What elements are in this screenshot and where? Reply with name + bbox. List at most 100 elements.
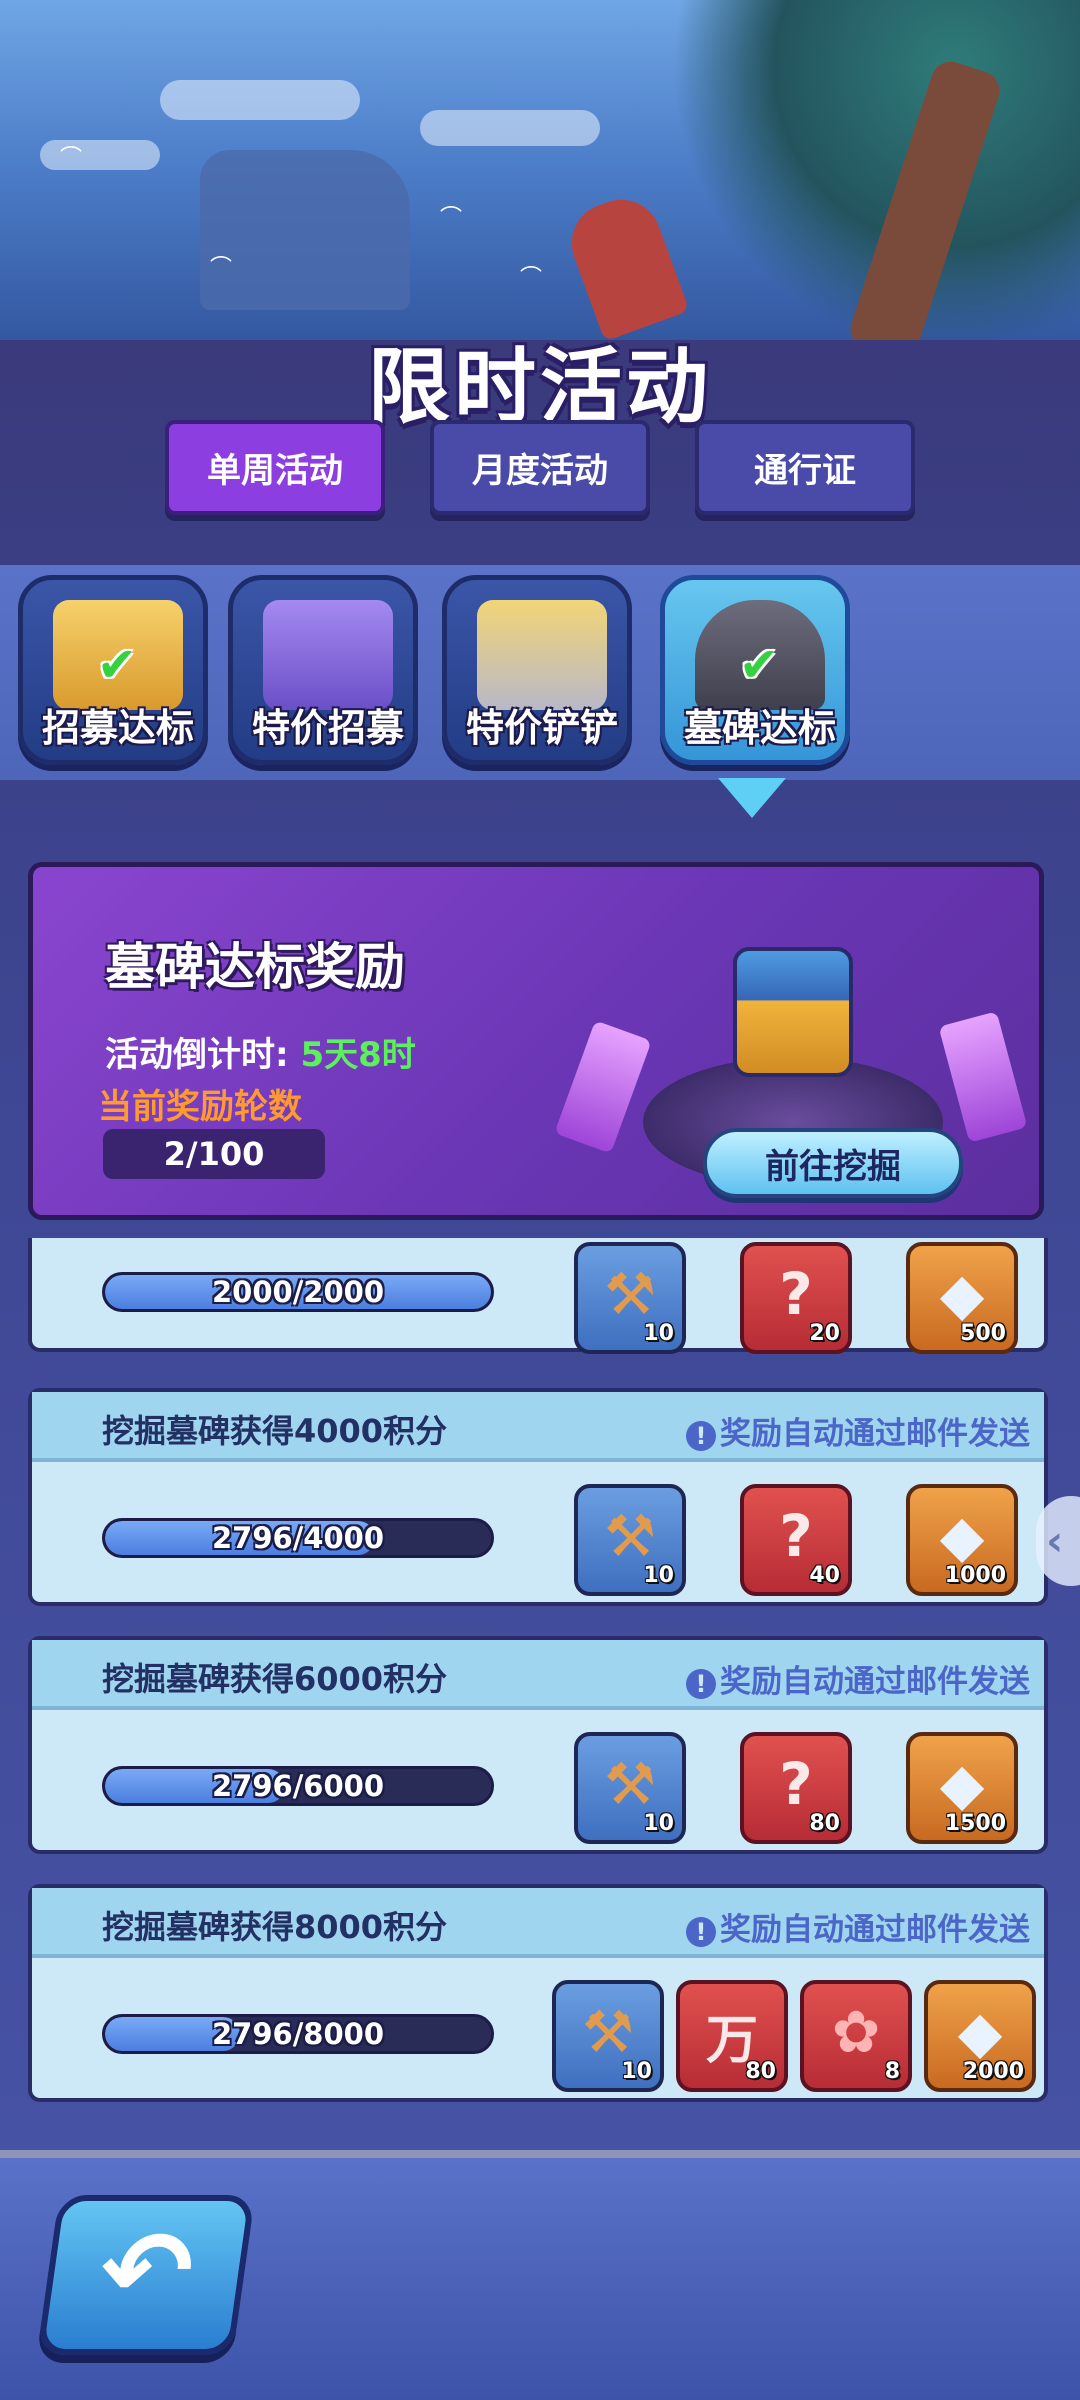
diamond-icon: ◆ xyxy=(939,1502,985,1570)
mystery-card-item[interactable]: ? 20 xyxy=(740,1242,852,1354)
progress-bar: 2796/6000 xyxy=(102,1766,494,1806)
mystery-card-item[interactable]: ? 40 xyxy=(740,1484,852,1596)
reward-list[interactable]: 2000/2000 ⚒ 10 ? 20 ◆ 500 挖掘墓碑获得4000积分 ! 奖励自… xyxy=(28,1238,1048,2108)
event-label: 特价招募 xyxy=(251,706,404,750)
back-arrow-icon: ↶ xyxy=(91,2207,202,2335)
reward-title: 墓碑达标奖励 xyxy=(105,938,405,996)
round-label: 当前奖励轮数 xyxy=(98,1087,302,1127)
event-tombstone-goal[interactable]: ✔ 墓碑达标 xyxy=(660,575,850,765)
period-tabs: 单周活动 月度活动 通行证 xyxy=(165,420,925,525)
progress-bar: 2000/2000 xyxy=(102,1272,494,1312)
bird-icon: ⌒ xyxy=(440,206,463,231)
mail-note-text: 奖励自动通过邮件发送 xyxy=(720,1416,1030,1452)
item-qty: 8 xyxy=(884,2059,900,2084)
progress-bar: 2796/8000 xyxy=(102,2014,494,2054)
diamond-item[interactable]: ◆ 1000 xyxy=(906,1484,1018,1596)
mail-note-text: 奖励自动通过邮件发送 xyxy=(720,1912,1030,1948)
item-qty: 10 xyxy=(643,1811,674,1836)
item-qty: 10 xyxy=(643,1321,674,1346)
spatula-icon: ⚒ xyxy=(604,1750,656,1818)
sky-background: ⌒ ⌒ ⌒ ⌒ xyxy=(0,0,1080,360)
chest-icon xyxy=(733,947,853,1077)
round-value: 2/100 xyxy=(103,1129,325,1179)
event-label: 招募达标 xyxy=(41,706,194,750)
cloud xyxy=(40,140,160,170)
countdown-value: 5天8时 xyxy=(300,1035,416,1075)
event-discount-recruit[interactable]: 特价招募 xyxy=(228,575,418,765)
selected-pointer-icon xyxy=(718,778,786,818)
bird-icon: ⌒ xyxy=(520,266,543,291)
progress-text: 2796/4000 xyxy=(211,1521,385,1555)
spatula-item[interactable]: ⚒ 10 xyxy=(552,1980,664,2092)
bird-icon: ⌒ xyxy=(210,256,233,281)
bird-icon: ⌒ xyxy=(60,146,83,171)
countdown: 活动倒计时: 5天8时 xyxy=(105,1027,416,1076)
crystal xyxy=(938,1011,1028,1143)
flower-item[interactable]: ✿ 8 xyxy=(800,1980,912,2092)
spatula-item[interactable]: ⚒ 10 xyxy=(574,1484,686,1596)
diamond-icon: ◆ xyxy=(957,1998,1003,2066)
spatulas-icon xyxy=(477,600,607,710)
item-qty: 1000 xyxy=(944,1563,1006,1588)
info-icon: ! xyxy=(686,1421,716,1451)
item-qty: 10 xyxy=(621,2059,652,2084)
tab-weekly[interactable]: 单周活动 xyxy=(165,420,385,515)
crystal xyxy=(554,1020,652,1154)
info-icon: ! xyxy=(686,1669,716,1699)
cloud xyxy=(420,110,600,146)
mail-note: ! 奖励自动通过邮件发送 xyxy=(686,1408,1030,1453)
mystery-card-icon: ? xyxy=(779,1750,813,1818)
item-qty: 10 xyxy=(643,1563,674,1588)
progress-bar: 2796/4000 xyxy=(102,1518,494,1558)
progress-text: 2000/2000 xyxy=(211,1275,385,1309)
row-header: 挖掘墓碑获得8000积分 ! 奖励自动通过邮件发送 xyxy=(32,1888,1044,1958)
event-label: 特价铲铲 xyxy=(465,706,618,750)
wan-card-item[interactable]: 万 80 xyxy=(676,1980,788,2092)
reward-row: 挖掘墓碑获得8000积分 ! 奖励自动通过邮件发送 2796/8000 ⚒ 10 万… xyxy=(28,1884,1048,2102)
check-icon: ✔ xyxy=(96,637,138,693)
reward-row: 挖掘墓碑获得6000积分 ! 奖励自动通过邮件发送 2796/6000 ⚒ 10 ?… xyxy=(28,1636,1048,1854)
event-discount-spatula[interactable]: 特价铲铲 xyxy=(442,575,632,765)
mystery-card-icon: ? xyxy=(779,1260,813,1328)
info-icon: ! xyxy=(686,1917,716,1947)
item-qty: 20 xyxy=(809,1321,840,1346)
diamond-icon: ◆ xyxy=(939,1750,985,1818)
row-title: 挖掘墓碑获得4000积分 xyxy=(102,1412,448,1450)
check-icon: ✔ xyxy=(738,637,780,693)
go-dig-button[interactable]: 前往挖掘 xyxy=(703,1128,963,1198)
reward-row: 2000/2000 ⚒ 10 ? 20 ◆ 500 xyxy=(28,1238,1048,1354)
chevron-left-icon[interactable]: ‹ xyxy=(1036,1496,1080,1586)
item-qty: 40 xyxy=(809,1563,840,1588)
reward-row: 挖掘墓碑获得4000积分 ! 奖励自动通过邮件发送 2796/4000 ⚒ 10 ?… xyxy=(28,1388,1048,1606)
item-qty: 500 xyxy=(960,1321,1006,1346)
spatula-icon: ⚒ xyxy=(604,1502,656,1570)
mail-note: ! 奖励自动通过邮件发送 xyxy=(686,1656,1030,1701)
mystery-card-item[interactable]: ? 80 xyxy=(740,1732,852,1844)
spatula-icon: ⚒ xyxy=(604,1260,656,1328)
back-button[interactable]: ↶ xyxy=(36,2195,256,2355)
item-qty: 2000 xyxy=(962,2059,1024,2084)
monster-chest-icon xyxy=(263,600,393,710)
row-title: 挖掘墓碑获得6000积分 xyxy=(102,1660,448,1698)
diamond-item[interactable]: ◆ 2000 xyxy=(924,1980,1036,2092)
progress-text: 2796/8000 xyxy=(211,2017,385,2051)
item-qty: 80 xyxy=(809,1811,840,1836)
row-header: 挖掘墓碑获得4000积分 ! 奖励自动通过邮件发送 xyxy=(32,1392,1044,1462)
event-recruit-goal[interactable]: ✔ 招募达标 xyxy=(18,575,208,765)
event-label: 墓碑达标 xyxy=(683,706,836,750)
flower-icon: ✿ xyxy=(831,1998,881,2066)
mystery-card-icon: ? xyxy=(779,1502,813,1570)
diamond-item[interactable]: ◆ 1500 xyxy=(906,1732,1018,1844)
spatula-item[interactable]: ⚒ 10 xyxy=(574,1242,686,1354)
spatula-icon: ⚒ xyxy=(582,1998,634,2066)
row-header: 挖掘墓碑获得6000积分 ! 奖励自动通过邮件发送 xyxy=(32,1640,1044,1710)
progress-text: 2796/6000 xyxy=(211,1769,385,1803)
tab-monthly[interactable]: 月度活动 xyxy=(430,420,650,515)
diamond-item[interactable]: ◆ 500 xyxy=(906,1242,1018,1354)
tab-pass[interactable]: 通行证 xyxy=(695,420,915,515)
item-qty: 1500 xyxy=(944,1811,1006,1836)
spatula-item[interactable]: ⚒ 10 xyxy=(574,1732,686,1844)
cloud xyxy=(160,80,360,120)
item-qty: 80 xyxy=(745,2059,776,2084)
mail-note-text: 奖励自动通过邮件发送 xyxy=(720,1664,1030,1700)
